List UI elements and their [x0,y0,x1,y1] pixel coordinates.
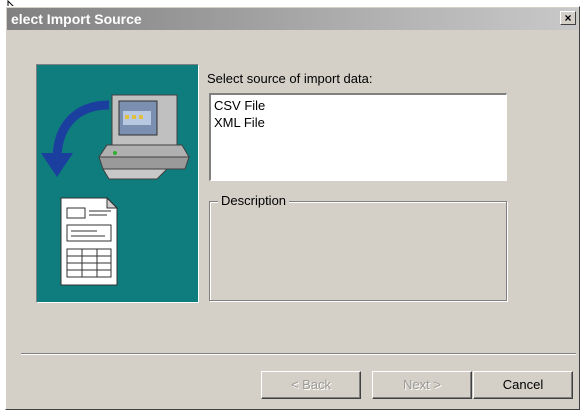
import-source-dialog: elect Import Source × Select source of i… [5,6,580,410]
next-button[interactable]: Next > [372,371,472,399]
description-legend: Description [218,193,290,209]
source-listbox[interactable]: CSV File XML File [209,93,507,181]
close-button[interactable]: × [560,11,576,25]
import-illustration [36,64,199,303]
back-button[interactable]: < Back [261,371,361,399]
cancel-button[interactable]: Cancel [473,371,573,399]
list-item-xml-file[interactable]: XML File [214,114,503,131]
computer-to-document-icon [41,94,190,286]
description-groupbox: Description [209,193,507,301]
list-item-csv-file[interactable]: CSV File [214,97,503,114]
button-separator [21,353,576,355]
window-title: elect Import Source [11,11,142,27]
source-label: Select source of import data: [207,71,373,86]
title-bar[interactable]: elect Import Source × [7,8,578,30]
